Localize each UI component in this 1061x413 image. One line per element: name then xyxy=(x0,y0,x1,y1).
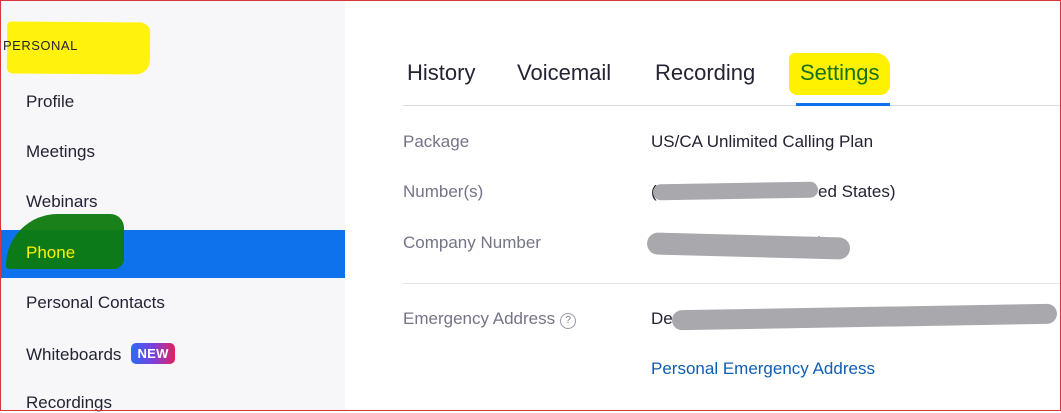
sidebar-item-personal-contacts[interactable]: Personal Contacts xyxy=(26,293,165,313)
redaction-company-number xyxy=(646,232,851,260)
help-icon[interactable]: ? xyxy=(560,313,577,329)
package-value: US/CA Unlimited Calling Plan xyxy=(651,132,874,151)
section-divider xyxy=(403,283,1061,284)
sidebar-item-phone-label: Phone xyxy=(26,243,76,262)
tab-recording[interactable]: Recording xyxy=(655,60,755,86)
redaction-numbers xyxy=(652,181,819,201)
emergency-address-label: Emergency Address? xyxy=(403,309,577,329)
personal-emergency-address-link[interactable]: Personal Emergency Address xyxy=(651,359,875,379)
sidebar-item-meetings[interactable]: Meetings xyxy=(26,142,95,162)
emergency-address-label-text: Emergency Address xyxy=(403,309,556,328)
tab-bar-divider xyxy=(403,105,1061,106)
package-label: Package xyxy=(403,132,470,151)
sidebar-item-webinars[interactable]: Webinars xyxy=(26,192,98,212)
sidebar-item-whiteboards-label: Whiteboards xyxy=(26,345,122,364)
sidebar-item-recordings[interactable]: Recordings xyxy=(26,393,112,413)
emergency-address-value-start: De xyxy=(651,309,673,328)
sidebar-item-whiteboards[interactable]: Whiteboards NEW xyxy=(26,343,175,365)
tab-voicemail[interactable]: Voicemail xyxy=(517,60,611,86)
numbers-value-end: ed States) xyxy=(818,182,896,201)
new-badge: NEW xyxy=(131,343,175,364)
tab-settings[interactable]: Settings xyxy=(800,60,880,86)
sidebar-item-profile[interactable]: Profile xyxy=(26,92,74,112)
active-tab-indicator xyxy=(796,103,890,106)
redaction-emergency-address xyxy=(671,303,1058,331)
sidebar-section-title: PERSONAL xyxy=(3,38,78,53)
company-number-label: Company Number xyxy=(403,233,541,252)
numbers-label: Number(s) xyxy=(403,182,484,201)
tab-history[interactable]: History xyxy=(407,60,475,86)
